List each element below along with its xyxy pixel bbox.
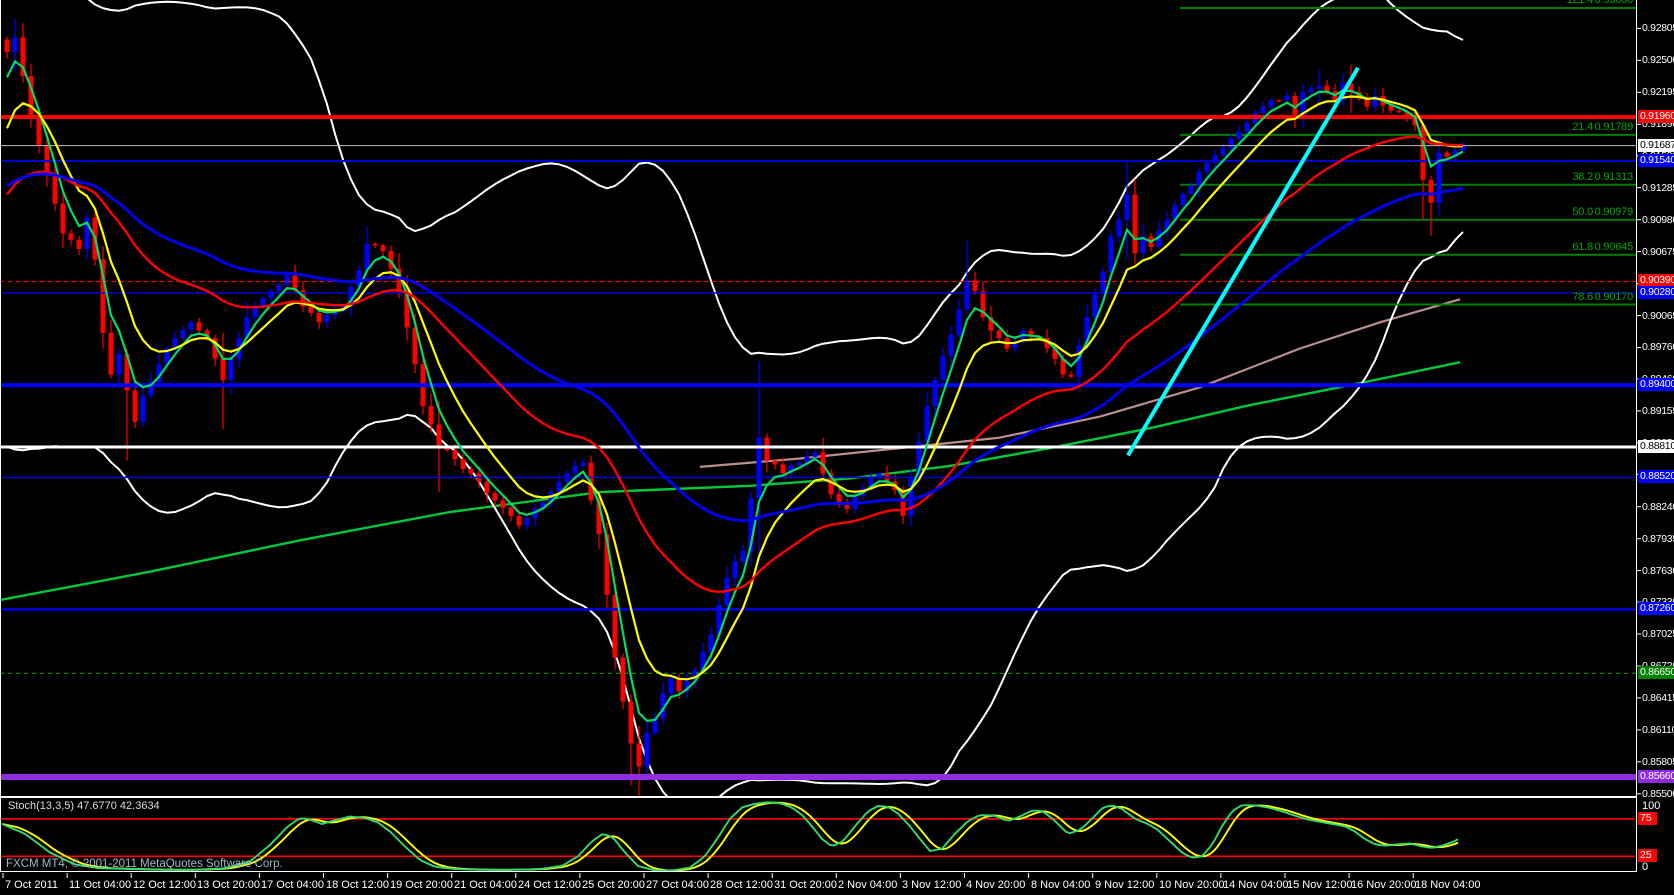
- price-axis[interactable]: [1637, 0, 1674, 872]
- stochastic-indicator-label: Stoch(13,3,5) 47.6770 42.3634: [8, 800, 160, 812]
- copyright-text: FXCM MT4, © 2001-2011 MetaQuotes Softwar…: [6, 858, 283, 870]
- time-axis[interactable]: [0, 873, 1674, 895]
- mt4-chart-window: 0.928050.925000.921950.918900.915900.912…: [0, 0, 1674, 895]
- main-chart-area[interactable]: [0, 0, 1636, 796]
